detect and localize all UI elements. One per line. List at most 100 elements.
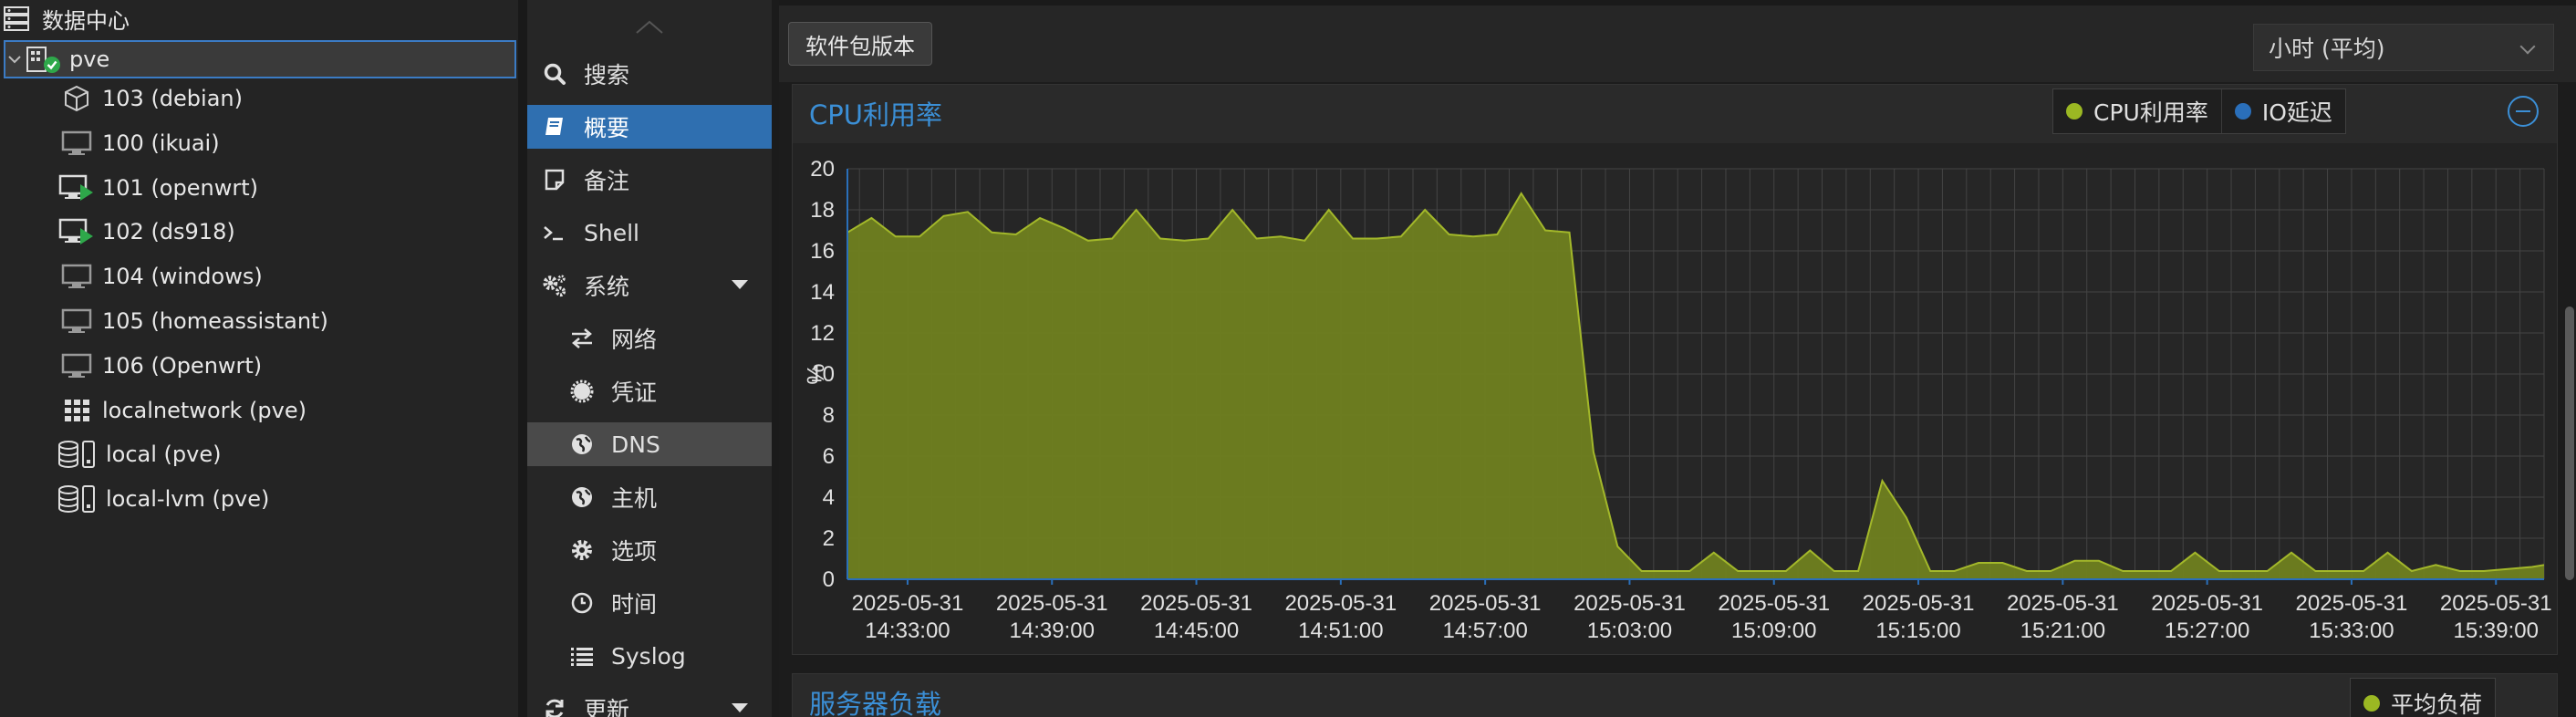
vm-icon [57, 348, 97, 384]
tree-guest-item[interactable]: local-lvm (pve) [57, 481, 269, 517]
tree-guest-item[interactable]: 102 (ds918) [57, 213, 235, 250]
x-tick-label: 2025-05-31 14:39:00 [996, 591, 1108, 643]
x-tick-label: 2025-05-31 14:33:00 [852, 591, 964, 643]
gear-icon [569, 537, 595, 563]
menu-item-system[interactable]: 系统 [527, 264, 772, 307]
menu-item-network[interactable]: 网络 [527, 317, 772, 360]
y-tick-label: 2 [823, 526, 835, 551]
toolbar: 软件包版本 小时 (平均) [779, 0, 2576, 82]
timeframe-value: 小时 (平均) [2269, 36, 2385, 62]
panel-splitter-2[interactable] [772, 0, 779, 717]
menu-item-search[interactable]: 搜索 [527, 52, 772, 96]
tree-guest-label: 100 (ikuai) [102, 130, 220, 156]
y-tick-label: 12 [810, 321, 835, 346]
tree-guest-label: 102 (ds918) [102, 219, 235, 245]
cpu-chart: 0 2 4 6 8 10 12 14 16 18 20% 2025-05-31 14:33:00 2025… [793, 143, 2557, 654]
tree-guest-item[interactable]: 100 (ikuai) [57, 125, 220, 161]
caret-down-icon[interactable] [732, 280, 748, 289]
cpu-panel-title: CPU利用率 [809, 99, 942, 130]
tree-guest-label: 106 (Openwrt) [102, 352, 263, 379]
menu-item-options[interactable]: 选项 [527, 528, 772, 572]
menu-item-label: 时间 [611, 591, 658, 618]
x-tick-label: 2025-05-31 15:21:00 [2007, 591, 2119, 643]
menu-scroll-up-button[interactable] [527, 0, 772, 55]
vertical-scrollbar[interactable] [2563, 82, 2576, 717]
y-tick-label: 14 [810, 280, 835, 305]
tree-guest-label: 104 (windows) [102, 264, 263, 290]
server-load-panel: 服务器负载 平均负荷 [792, 673, 2558, 717]
x-tick-label: 2025-05-31 15:27:00 [2151, 591, 2263, 643]
x-tick-label: 2025-05-31 15:03:00 [1574, 591, 1686, 643]
package-versions-button[interactable]: 软件包版本 [788, 22, 932, 66]
tree-datacenter-label: 数据中心 [42, 7, 130, 34]
tree-guest-item[interactable]: 101 (openwrt) [57, 170, 258, 206]
node-menu: 搜索概要备注 Shell 系统网络凭证 DNS 主机选项时间 Syslog 更新 [527, 0, 772, 717]
y-tick-label: 18 [810, 198, 835, 223]
scrollbar-thumb[interactable] [2565, 307, 2574, 580]
tree-guest-item[interactable]: local (pve) [57, 436, 221, 473]
menu-item-label: Shell [584, 219, 639, 246]
menu-item-label: 系统 [584, 274, 630, 300]
note-icon [542, 167, 567, 192]
exchange-icon [569, 326, 595, 351]
gears-icon [542, 273, 567, 298]
tree-node-pve[interactable]: pve [4, 40, 516, 78]
server-stack-icon [0, 0, 33, 36]
menu-item-label: 搜索 [584, 62, 630, 88]
globe-icon [569, 431, 595, 457]
vm-running-icon [57, 213, 97, 250]
tree-guest-item[interactable]: 104 (windows) [57, 258, 263, 295]
tree-guest-item[interactable]: 103 (debian) [57, 80, 243, 117]
menu-item-label: 网络 [611, 327, 658, 353]
tree-guest-label: 105 (homeassistant) [102, 308, 328, 334]
tree-guest-label: local-lvm (pve) [106, 486, 270, 513]
menu-item-notes[interactable]: 备注 [527, 158, 772, 202]
certificate-icon [569, 379, 595, 404]
tree-datacenter[interactable]: 数据中心 [0, 0, 130, 36]
legend-label: IO延迟 [2261, 99, 2332, 126]
vm-icon [57, 303, 97, 339]
cpu-legend: CPU利用率 IO延迟 [2052, 88, 2346, 134]
menu-item-label: 主机 [611, 485, 658, 512]
refresh-icon [542, 696, 567, 717]
tree-node-label: pve [69, 47, 110, 72]
menu-item-dns[interactable]: DNS [527, 422, 772, 466]
menu-item-summary[interactable]: 概要 [527, 105, 772, 149]
panel-splitter[interactable] [518, 0, 527, 717]
vm-icon [57, 125, 97, 161]
tree-guest-label: 103 (debian) [102, 86, 243, 111]
menu-item-label: DNS [611, 431, 660, 458]
chevron-down-icon[interactable] [5, 41, 24, 78]
vm-icon [57, 258, 97, 295]
menu-item-syslog[interactable]: Syslog [527, 634, 772, 678]
y-axis-label: % [802, 363, 829, 384]
menu-item-time[interactable]: 时间 [527, 581, 772, 625]
tree-guest-item[interactable]: 106 (Openwrt) [57, 348, 262, 384]
x-tick-label: 2025-05-31 15:15:00 [1863, 591, 1975, 643]
menu-item-certificates[interactable]: 凭证 [527, 369, 772, 413]
menu-item-shell[interactable]: Shell [527, 211, 772, 255]
legend-item-iodelay[interactable]: IO延迟 [2220, 89, 2345, 133]
x-tick-label: 2025-05-31 14:51:00 [1284, 591, 1397, 643]
tree-guest-item[interactable]: 105 (homeassistant) [57, 303, 328, 339]
legend-dot [2363, 695, 2380, 712]
collapse-panel-button[interactable] [2508, 96, 2539, 127]
menu-item-updates[interactable]: 更新 [527, 687, 772, 717]
cpu-usage-panel: CPU利用率 CPU利用率 IO延迟 0 2 4 6 8 10 12 14 16 18 20% 202… [792, 84, 2558, 655]
chevron-down-icon [2519, 38, 2536, 55]
tree-guest-item[interactable]: localnetwork (pve) [57, 392, 306, 429]
legend-label: CPU利用率 [2093, 99, 2208, 126]
x-tick-label: 2025-05-31 15:39:00 [2440, 591, 2552, 643]
chevron-up-icon [636, 20, 663, 34]
node-online-icon [24, 41, 64, 78]
book-icon [542, 114, 567, 140]
y-tick-label: 8 [823, 403, 835, 428]
timeframe-select[interactable]: 小时 (平均) [2253, 24, 2554, 71]
legend-item-cpu[interactable]: CPU利用率 [2053, 89, 2221, 133]
menu-item-label: Syslog [611, 642, 686, 670]
legend-item-load[interactable]: 平均负荷 [2351, 679, 2495, 717]
menu-item-hosts[interactable]: 主机 [527, 475, 772, 519]
load-legend: 平均负荷 [2350, 678, 2497, 717]
storage-icon [57, 481, 100, 517]
caret-down-icon[interactable] [732, 703, 748, 712]
